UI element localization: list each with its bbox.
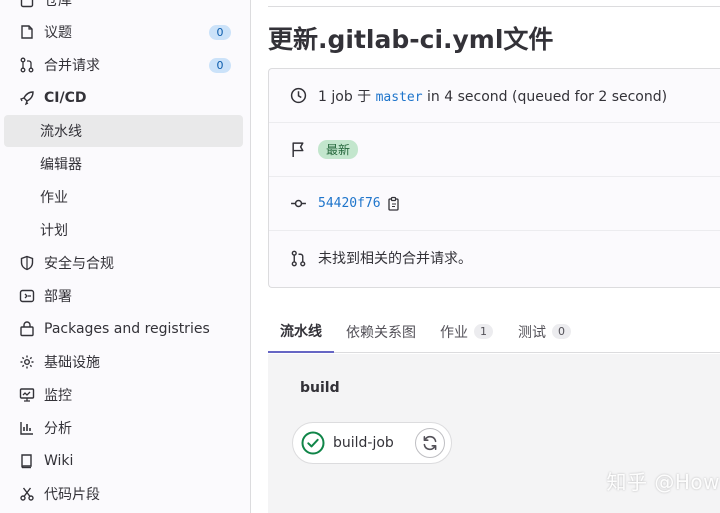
sidebar-item-label: Wiki <box>44 453 74 469</box>
tab-dag[interactable]: 依赖关系图 <box>346 310 416 353</box>
snippet-icon <box>18 485 36 503</box>
merge-request-row: 未找到相关的合并请求。 <box>269 231 720 285</box>
issues-icon <box>18 23 36 41</box>
job-card[interactable]: build-job <box>292 422 452 464</box>
duration-row: 1 job 于 master in 4 second (queued for 2… <box>269 69 720 123</box>
copy-sha-button[interactable] <box>387 196 401 211</box>
sidebar-item-cicd[interactable]: CI/CD <box>4 82 243 114</box>
tab-label: 作业 <box>440 324 468 341</box>
sidebar-item-wiki[interactable]: Wiki <box>4 445 243 477</box>
tab-label: 依赖关系图 <box>346 324 416 341</box>
job-name: build-job <box>333 435 394 451</box>
chart-icon <box>18 419 36 437</box>
sidebar-item-label: 仓库 <box>44 0 72 9</box>
retry-job-button[interactable] <box>415 428 445 458</box>
latest-badge: 最新 <box>318 140 359 159</box>
package-icon <box>18 320 36 338</box>
pipeline-graph: build build-job 知乎 @How <box>268 354 720 513</box>
tab-pipeline[interactable]: 流水线 <box>268 310 334 353</box>
sidebar-item-security[interactable]: 安全与合规 <box>4 247 243 279</box>
sidebar-item-label: 流水线 <box>40 124 82 140</box>
pipeline-info-card: 1 job 于 master in 4 second (queued for 2… <box>268 68 720 288</box>
shield-icon <box>18 254 36 272</box>
sidebar-item-monitor[interactable]: 监控 <box>4 379 243 411</box>
tests-count-badge: 0 <box>552 324 571 339</box>
sidebar-item-label: 基础设施 <box>44 355 100 371</box>
flag-icon <box>289 141 307 159</box>
branch-link[interactable]: master <box>376 90 423 105</box>
commit-icon <box>289 195 307 213</box>
sidebar: 仓库 议题 0 合并请求 0 CI/CD 流水线 编辑器 作业 计划 安全与合规… <box>0 0 251 513</box>
sidebar-item-repository[interactable]: 仓库 <box>4 0 243 16</box>
sidebar-item-label: 计划 <box>40 223 68 239</box>
sidebar-item-editor[interactable]: 编辑器 <box>4 148 243 180</box>
stage-title: build <box>300 380 340 396</box>
pipeline-tabs: 流水线 依赖关系图 作业 1 测试 0 <box>268 310 720 353</box>
sidebar-item-label: 编辑器 <box>40 157 82 173</box>
sidebar-item-schedules[interactable]: 计划 <box>4 214 243 246</box>
cloud-gear-icon <box>18 353 36 371</box>
status-success-icon <box>301 431 325 455</box>
sidebar-item-packages[interactable]: Packages and registries <box>4 313 243 345</box>
page-title: 更新.gitlab-ci.yml文件 <box>268 25 554 54</box>
tab-label: 流水线 <box>280 323 322 340</box>
issues-count-badge: 0 <box>209 24 231 40</box>
retry-icon <box>423 435 437 451</box>
no-merge-request-text: 未找到相关的合并请求。 <box>318 251 472 267</box>
sidebar-item-label: 议题 <box>44 25 72 41</box>
duration-prefix: 1 job 于 <box>318 88 372 105</box>
jobs-count-badge: 1 <box>474 324 493 339</box>
sidebar-item-label: 合并请求 <box>44 58 100 74</box>
sidebar-item-label: 分析 <box>44 421 72 437</box>
commit-sha-link[interactable]: 54420f76 <box>318 196 381 211</box>
tab-label: 测试 <box>518 324 546 341</box>
tab-tests[interactable]: 测试 0 <box>518 310 571 353</box>
badges-row: 最新 <box>269 123 720 177</box>
sidebar-item-label: Packages and registries <box>44 321 210 337</box>
sidebar-item-label: 作业 <box>40 190 68 206</box>
merge-request-icon <box>289 249 307 267</box>
sidebar-item-jobs[interactable]: 作业 <box>4 181 243 213</box>
sidebar-item-label: 部署 <box>44 289 72 305</box>
merge-requests-count-badge: 0 <box>209 57 231 73</box>
commit-row: 54420f76 <box>269 177 720 231</box>
clock-icon <box>289 87 307 105</box>
header-divider <box>268 6 720 7</box>
copy-icon <box>387 196 399 211</box>
sidebar-item-label: CI/CD <box>44 90 87 106</box>
duration-suffix: in 4 second (queued for 2 second) <box>427 88 668 105</box>
sidebar-item-infrastructure[interactable]: 基础设施 <box>4 346 243 378</box>
sidebar-item-label: 安全与合规 <box>44 256 114 272</box>
merge-request-icon <box>18 56 36 74</box>
sidebar-item-merge-requests[interactable]: 合并请求 0 <box>4 49 243 81</box>
sidebar-item-deployments[interactable]: 部署 <box>4 280 243 312</box>
book-icon <box>18 452 36 470</box>
tab-jobs[interactable]: 作业 1 <box>440 310 493 353</box>
watermark: 知乎 @How <box>606 470 720 494</box>
sidebar-item-label: 代码片段 <box>44 487 100 503</box>
sidebar-item-pipelines[interactable]: 流水线 <box>4 115 243 147</box>
repository-icon <box>18 0 36 9</box>
sidebar-item-issues[interactable]: 议题 0 <box>4 16 243 48</box>
pipeline-detail-page: 更新.gitlab-ci.yml文件 1 job 于 master in 4 s… <box>252 0 720 513</box>
deploy-icon <box>18 287 36 305</box>
monitor-icon <box>18 386 36 404</box>
sidebar-item-snippets[interactable]: 代码片段 <box>4 478 243 510</box>
sidebar-item-label: 监控 <box>44 388 72 404</box>
rocket-icon <box>18 89 36 107</box>
sidebar-item-analytics[interactable]: 分析 <box>4 412 243 444</box>
